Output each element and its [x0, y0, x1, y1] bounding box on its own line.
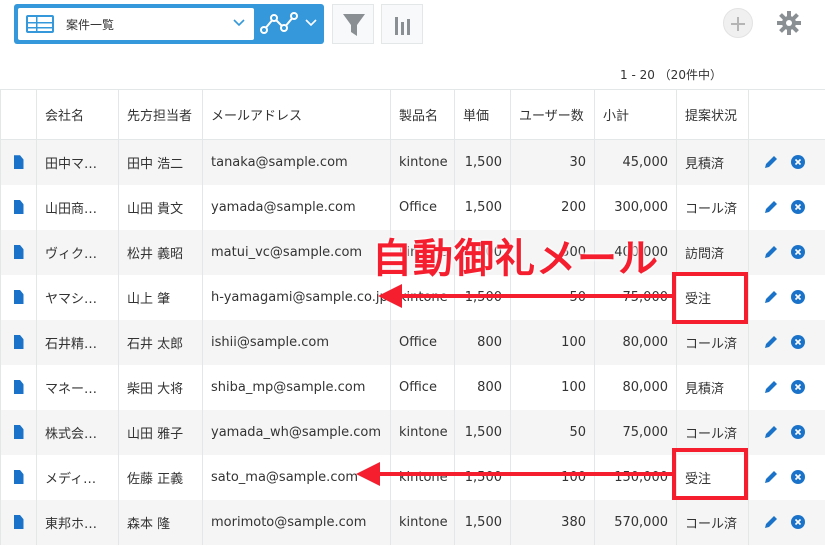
- arrow-row8: [356, 462, 672, 486]
- arrow-row4: [378, 284, 672, 308]
- annotation-arrows: [356, 284, 672, 486]
